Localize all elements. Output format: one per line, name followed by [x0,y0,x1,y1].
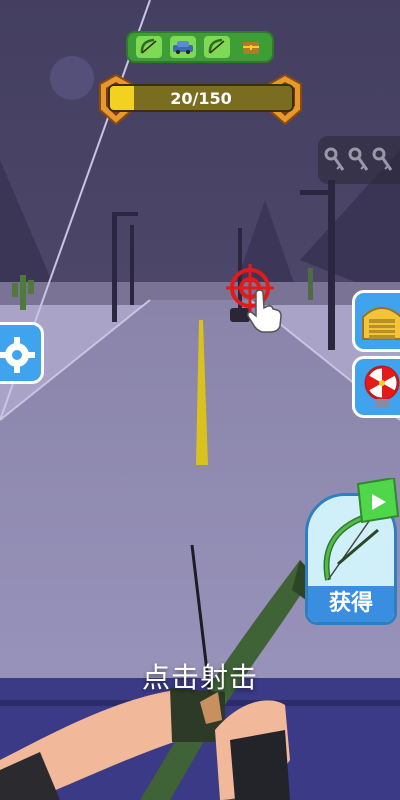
game-screen[interactable]: ★ ★★ 20/150 [0,0,400,800]
stage-progress-strip [126,31,274,63]
bow-icon [204,36,230,58]
video-icon [356,478,400,524]
prize-wheel-icon [364,365,400,407]
car-icon [170,36,196,58]
keys-panel [318,136,400,184]
key-icon [324,147,345,171]
level-progress-text: 20/150 [170,89,232,108]
moon-icon [50,56,94,100]
gear-icon [0,337,35,373]
level-progress-bar: 20/150 [108,84,294,112]
bow-icon [136,36,162,58]
tap-hand-icon [247,289,282,333]
key-icon [372,147,393,171]
prize-wheel-button[interactable] [352,356,400,418]
garage-button[interactable] [352,290,400,352]
garage-icon [362,307,400,340]
tap-to-shoot-hint: 点击射击 [141,661,258,694]
chest-icon [238,36,264,58]
settings-button[interactable] [0,322,44,384]
reward-label: 获得 [308,586,394,622]
key-icon [348,147,369,171]
